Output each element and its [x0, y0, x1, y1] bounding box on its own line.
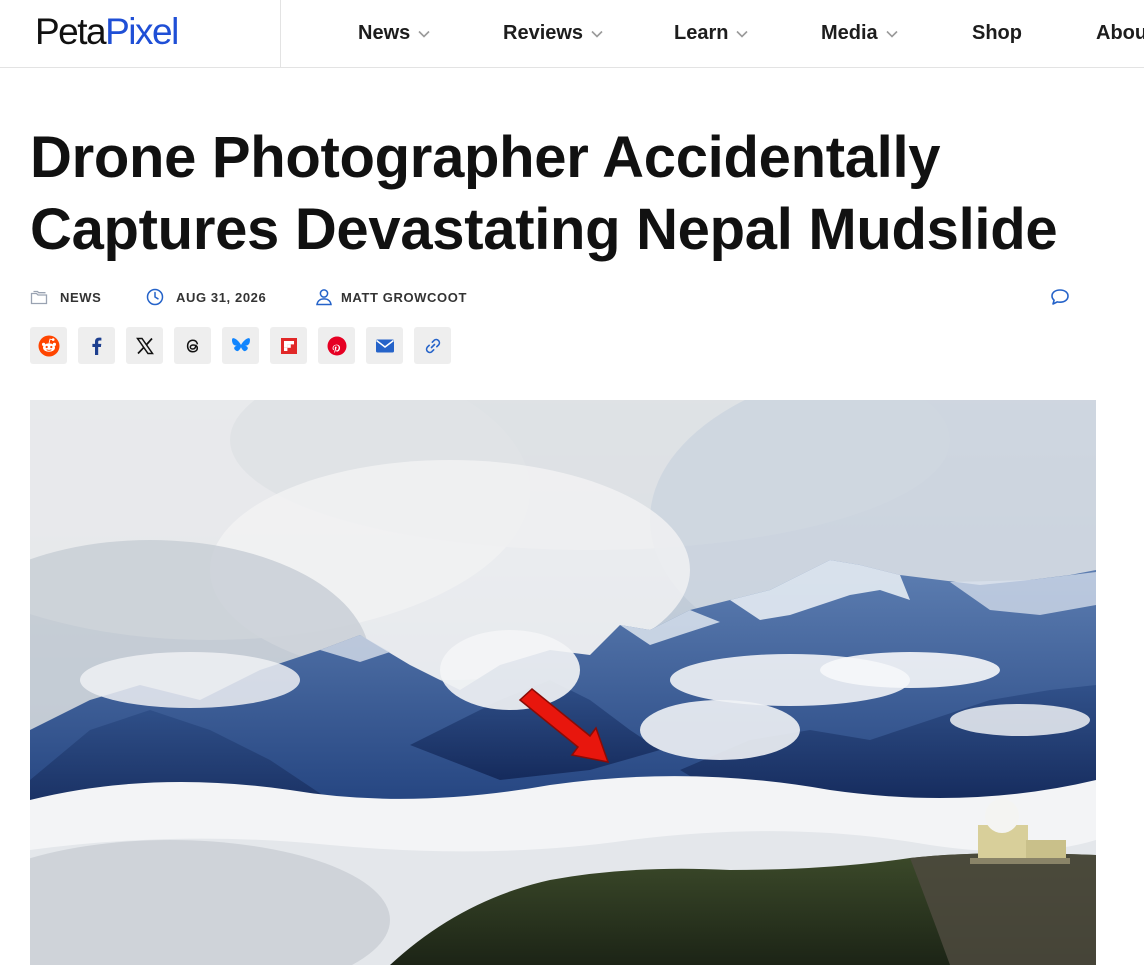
main-nav: News Reviews Learn Media Shop Abou: [281, 0, 1144, 67]
comment-icon[interactable]: [1050, 288, 1070, 306]
facebook-icon: [87, 336, 107, 356]
share-bluesky-button[interactable]: [222, 327, 259, 364]
share-copy-link-button[interactable]: [414, 327, 451, 364]
hero-image[interactable]: [30, 400, 1096, 965]
bluesky-icon: [231, 337, 251, 355]
share-x-button[interactable]: [126, 327, 163, 364]
share-reddit-button[interactable]: [30, 327, 67, 364]
link-icon: [423, 336, 443, 356]
nav-label: Reviews: [503, 22, 584, 44]
nav-label: Abou: [1096, 22, 1144, 44]
reddit-icon: [38, 335, 60, 357]
chevron-down-icon: [590, 27, 604, 41]
nav-label: Media: [821, 22, 878, 44]
share-flipboard-button[interactable]: [270, 327, 307, 364]
article-title-line-2: Captures Devastating Nepal Mudslide: [30, 197, 1058, 262]
article-title: Drone Photographer Accidentally Captures…: [30, 122, 1120, 266]
chevron-down-icon: [885, 27, 899, 41]
x-icon: [135, 337, 154, 355]
article-meta: NEWS AUG 31, 2026 MATT GROWCOOT: [30, 284, 1080, 310]
nav-label: Shop: [972, 22, 1022, 44]
mountain-landscape-image: [30, 400, 1096, 965]
threads-icon: [184, 337, 202, 355]
nav-item-learn[interactable]: Learn: [674, 0, 749, 67]
chevron-down-icon: [417, 27, 431, 41]
nav-item-about[interactable]: Abou: [1096, 0, 1144, 67]
chevron-down-icon: [735, 27, 749, 41]
nav-item-media[interactable]: Media: [821, 0, 899, 67]
author-link[interactable]: MATT GROWCOOT: [315, 284, 467, 310]
share-email-button[interactable]: [366, 327, 403, 364]
article-title-line-1: Drone Photographer Accidentally: [30, 125, 941, 190]
email-icon: [375, 338, 395, 354]
clock-icon: [146, 288, 164, 306]
flipboard-icon: [280, 337, 298, 355]
share-threads-button[interactable]: [174, 327, 211, 364]
date-label: AUG 31, 2026: [176, 289, 267, 305]
category-link[interactable]: NEWS: [30, 284, 101, 310]
folder-icon: [30, 288, 48, 306]
category-label: NEWS: [60, 289, 102, 305]
logo-cell: PetaPixel: [0, 0, 281, 67]
share-facebook-button[interactable]: [78, 327, 115, 364]
share-pinterest-button[interactable]: [318, 327, 355, 364]
logo-text-pixel: Pixel: [105, 11, 179, 52]
user-icon: [315, 288, 333, 306]
pinterest-icon: [327, 336, 347, 356]
nav-label: Learn: [674, 22, 729, 44]
nav-item-news[interactable]: News: [358, 0, 431, 67]
site-logo[interactable]: PetaPixel: [35, 10, 179, 54]
nav-label: News: [358, 22, 411, 44]
nav-item-shop[interactable]: Shop: [972, 0, 1022, 67]
logo-text-peta: Peta: [35, 11, 107, 52]
publish-date: AUG 31, 2026: [146, 284, 266, 310]
nav-item-reviews[interactable]: Reviews: [503, 0, 604, 67]
site-header: PetaPixel News Reviews Learn Media Shop …: [0, 0, 1144, 68]
author-label: MATT GROWCOOT: [341, 289, 467, 305]
